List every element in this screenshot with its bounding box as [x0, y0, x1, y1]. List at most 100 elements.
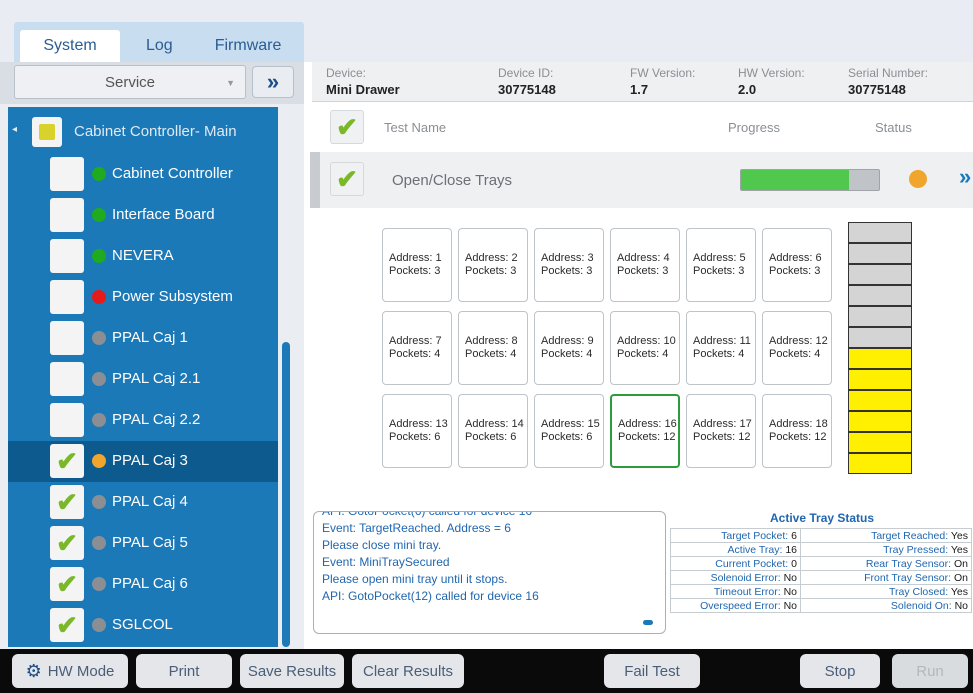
- ats-value: 0: [791, 557, 797, 570]
- address-tile[interactable]: Address: 5 Pockets: 3: [686, 228, 756, 302]
- address-tile[interactable]: Address: 9 Pockets: 4: [534, 311, 604, 385]
- tree-item-checkbox[interactable]: ✔: [50, 567, 84, 601]
- tree-item[interactable]: ✔ PPAL Caj 3: [8, 441, 278, 482]
- clear-results-button[interactable]: Clear Results: [352, 654, 464, 688]
- ats-cell: Solenoid On: No: [800, 598, 972, 613]
- ats-cell: Target Pocket: 6: [670, 528, 801, 543]
- tree-item-checkbox[interactable]: ✔: [50, 526, 84, 560]
- ats-value: Yes: [950, 543, 968, 556]
- tree-item-checkbox[interactable]: [50, 280, 84, 314]
- pocket-cell: [848, 411, 912, 432]
- address-tile[interactable]: Address: 11 Pockets: 4: [686, 311, 756, 385]
- log-line: Please open mini tray until it stops.: [322, 572, 508, 586]
- log-line: Please close mini tray.: [322, 538, 442, 552]
- ats-key: Front Tray Sensor:: [864, 571, 952, 584]
- address-tile[interactable]: Address: 14 Pockets: 6: [458, 394, 528, 468]
- tree-item-checkbox[interactable]: [50, 321, 84, 355]
- tree-item[interactable]: ✔ PPAL Caj 4: [8, 482, 278, 523]
- address-tile[interactable]: Address: 3 Pockets: 3: [534, 228, 604, 302]
- tree-item[interactable]: Cabinet Controller: [8, 154, 278, 195]
- tree-item-checkbox[interactable]: [50, 157, 84, 191]
- address-tile[interactable]: Address: 17 Pockets: 12: [686, 394, 756, 468]
- ats-cell: Timeout Error: No: [670, 584, 801, 599]
- parent-checkbox[interactable]: [32, 117, 62, 147]
- address-tile[interactable]: Address: 18 Pockets: 12: [762, 394, 832, 468]
- event-log[interactable]: API: GotoPocket(6) called for device 16 E…: [313, 511, 666, 634]
- run-button[interactable]: Run: [892, 654, 968, 688]
- address-tile[interactable]: Address: 13 Pockets: 6: [382, 394, 452, 468]
- hw-mode-button[interactable]: ⚙ HW Mode: [12, 654, 128, 688]
- tree-item-checkbox[interactable]: [50, 403, 84, 437]
- ats-cell: Solenoid Error: No: [670, 570, 801, 585]
- expand-chevron-icon[interactable]: »: [959, 164, 971, 190]
- ats-key: Active Tray:: [727, 543, 783, 556]
- tab-firmware[interactable]: Firmware: [199, 30, 298, 62]
- tree-item[interactable]: NEVERA: [8, 236, 278, 277]
- status-dot-icon: [92, 372, 106, 386]
- serial-number-value: 30775148: [848, 82, 906, 97]
- address-tile[interactable]: Address: 12 Pockets: 4: [762, 311, 832, 385]
- stop-button[interactable]: Stop: [800, 654, 880, 688]
- print-button[interactable]: Print: [136, 654, 232, 688]
- pocket-cell: [848, 348, 912, 369]
- status-dot-icon: [92, 495, 106, 509]
- tree-item-checkbox[interactable]: ✔: [50, 608, 84, 642]
- ats-key: Timeout Error:: [713, 585, 781, 598]
- address-tile[interactable]: Address: 6 Pockets: 3: [762, 228, 832, 302]
- ats-key: Target Reached:: [871, 529, 949, 542]
- test-table-header: ✔ Test Name Progress Status: [320, 108, 973, 148]
- tree-item-checkbox[interactable]: [50, 239, 84, 273]
- address-tile[interactable]: Address: 16 Pockets: 12: [610, 394, 680, 468]
- hw-version-value: 2.0: [738, 82, 757, 97]
- tree-item[interactable]: ✔ PPAL Caj 5: [8, 523, 278, 564]
- tree-item[interactable]: ✔ PPAL Caj 6: [8, 564, 278, 605]
- tree-item[interactable]: PPAL Caj 1: [8, 318, 278, 359]
- address-tile[interactable]: Address: 8 Pockets: 4: [458, 311, 528, 385]
- active-tray-status-title: Active Tray Status: [770, 511, 875, 525]
- tree-item-checkbox[interactable]: ✔: [50, 485, 84, 519]
- test-row[interactable]: ✔ Open/Close Trays »: [310, 152, 973, 208]
- checkmark-icon: ✔: [56, 610, 78, 640]
- tree-item-checkbox[interactable]: [50, 362, 84, 396]
- left-panel: Service ▼ » ◂ Cabinet Controller- Main C…: [0, 62, 304, 649]
- address-tile[interactable]: Address: 10 Pockets: 4: [610, 311, 680, 385]
- pockets-label: Pockets: 4: [541, 348, 593, 360]
- fail-test-button[interactable]: Fail Test: [604, 654, 700, 688]
- tree-item[interactable]: PPAL Caj 2.1: [8, 359, 278, 400]
- gear-icon: ⚙: [25, 660, 42, 681]
- device-label: Device:: [326, 66, 367, 80]
- tree-item[interactable]: PPAL Caj 2.2: [8, 400, 278, 441]
- address-tile[interactable]: Address: 4 Pockets: 3: [610, 228, 680, 302]
- test-checkbox[interactable]: ✔: [330, 162, 364, 196]
- service-go-button[interactable]: »: [252, 66, 294, 98]
- device-info-header: Device: Mini Drawer Device ID: 30775148 …: [312, 62, 973, 102]
- collapse-arrow-icon[interactable]: ◂: [12, 124, 17, 135]
- log-scrollbar[interactable]: [643, 620, 653, 625]
- address-tile[interactable]: Address: 2 Pockets: 3: [458, 228, 528, 302]
- tree-item-checkbox[interactable]: ✔: [50, 444, 84, 478]
- tree-item[interactable]: ✔ SGLCOL: [8, 605, 278, 646]
- save-results-button[interactable]: Save Results: [240, 654, 344, 688]
- tree-item[interactable]: Power Subsystem: [8, 277, 278, 318]
- tree-scrollbar[interactable]: [282, 342, 290, 647]
- active-tray-status-table: Target Pocket: 6 Target Reached: Yes Activ…: [670, 528, 972, 630]
- select-all-checkbox[interactable]: ✔: [330, 110, 364, 144]
- checkmark-icon: ✔: [56, 446, 78, 476]
- ats-value: On: [953, 557, 968, 570]
- address-tile[interactable]: Address: 15 Pockets: 6: [534, 394, 604, 468]
- chevron-down-icon: ▼: [226, 78, 235, 88]
- service-select[interactable]: Service ▼: [14, 65, 246, 99]
- tree-parent-item[interactable]: ◂ Cabinet Controller- Main: [8, 112, 278, 153]
- tree-item-label: PPAL Caj 3: [112, 452, 188, 469]
- tab-system[interactable]: System: [20, 30, 120, 62]
- tree-item-checkbox[interactable]: [50, 198, 84, 232]
- component-tree: ◂ Cabinet Controller- Main Cabinet Contr…: [8, 107, 278, 647]
- address-tile[interactable]: Address: 1 Pockets: 3: [382, 228, 452, 302]
- address-tile[interactable]: Address: 7 Pockets: 4: [382, 311, 452, 385]
- ats-key: Solenoid Error:: [710, 571, 781, 584]
- ats-cell: Target Reached: Yes: [800, 528, 972, 543]
- tab-log[interactable]: Log: [120, 30, 199, 62]
- status-dot-icon: [92, 413, 106, 427]
- tree-item-label: PPAL Caj 2.2: [112, 411, 201, 428]
- tree-item[interactable]: Interface Board: [8, 195, 278, 236]
